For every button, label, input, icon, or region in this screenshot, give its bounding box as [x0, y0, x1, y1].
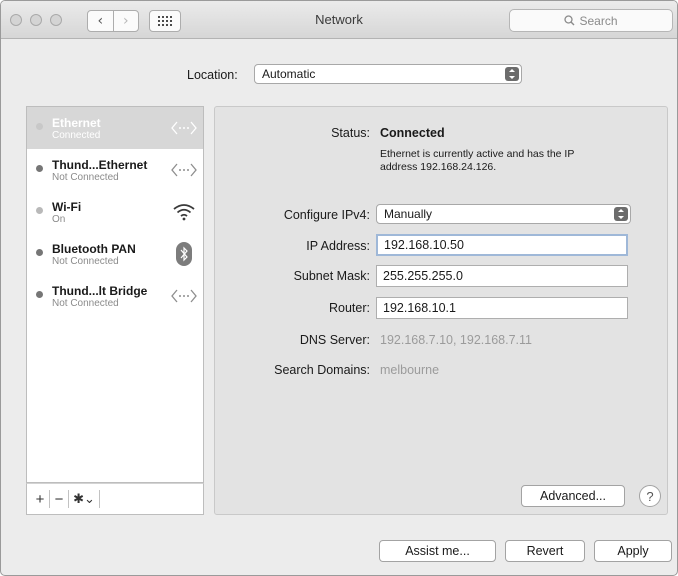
service-status: Not Connected	[52, 256, 119, 267]
network-preferences-window: ‹ › Network Search Location: Automatic E…	[0, 0, 678, 576]
service-name: Wi-Fi	[52, 200, 82, 214]
divider	[99, 490, 100, 508]
service-status: Not Connected	[52, 172, 119, 183]
subnet-mask-field[interactable]: 255.255.255.0	[376, 265, 628, 287]
service-item-wifi[interactable]: Wi-Fi On	[27, 191, 203, 233]
service-status: Not Connected	[52, 298, 119, 309]
search-input[interactable]: Search	[509, 9, 673, 32]
status-dot	[36, 207, 43, 214]
help-button[interactable]: ?	[639, 485, 661, 507]
status-value: Connected	[380, 126, 445, 140]
select-arrows-icon	[505, 67, 519, 81]
subnet-mask-label: Subnet Mask:	[293, 269, 370, 283]
status-label: Status:	[331, 126, 370, 140]
advanced-button[interactable]: Advanced...	[521, 485, 625, 507]
ip-address-field[interactable]: 192.168.10.50	[376, 234, 628, 256]
configure-ipv4-value: Manually	[384, 207, 433, 221]
service-item-thunderbolt-ethernet[interactable]: Thund...Ethernet Not Connected	[27, 149, 203, 191]
service-name: Thund...lt Bridge	[52, 284, 148, 298]
configure-ipv4-select[interactable]: Manually	[376, 204, 631, 224]
service-status: On	[52, 214, 66, 225]
ethernet-icon	[171, 117, 197, 139]
service-list: Ethernet Connected Thund...Ethernet Not …	[26, 106, 204, 483]
ethernet-icon	[171, 159, 197, 181]
search-placeholder: Search	[579, 13, 618, 28]
status-description-line: Ethernet is currently active and has the…	[380, 148, 575, 160]
configure-ipv4-label: Configure IPv4:	[283, 208, 370, 222]
status-description: Ethernet is currently active and has the…	[380, 148, 574, 174]
title-bar: ‹ › Network Search	[1, 1, 677, 39]
status-dot	[36, 123, 43, 130]
location-select[interactable]: Automatic	[254, 64, 522, 84]
service-item-bluetooth-pan[interactable]: Bluetooth PAN Not Connected	[27, 233, 203, 275]
search-icon	[564, 15, 575, 26]
bluetooth-icon	[171, 242, 197, 266]
location-label: Location:	[187, 68, 238, 82]
wifi-icon	[171, 201, 197, 223]
service-name: Bluetooth PAN	[52, 242, 136, 256]
router-label: Router:	[329, 301, 370, 315]
status-dot	[36, 249, 43, 256]
ethernet-icon	[171, 285, 197, 307]
gear-icon[interactable]: ✱⌄	[69, 489, 99, 509]
router-field[interactable]: 192.168.10.1	[376, 297, 628, 319]
location-value: Automatic	[262, 67, 316, 81]
apply-button[interactable]: Apply	[594, 540, 672, 562]
add-service-button[interactable]: +	[31, 489, 49, 509]
service-status: Connected	[52, 130, 101, 141]
revert-button[interactable]: Revert	[505, 540, 585, 562]
status-dot	[36, 291, 43, 298]
service-name: Ethernet	[52, 116, 101, 130]
ip-address-label: IP Address:	[306, 239, 370, 253]
service-name: Thund...Ethernet	[52, 158, 148, 172]
assist-me-button[interactable]: Assist me...	[379, 540, 496, 562]
service-item-ethernet[interactable]: Ethernet Connected	[27, 107, 203, 149]
search-domains-label: Search Domains:	[274, 363, 370, 377]
select-arrows-icon	[614, 207, 628, 221]
status-dot	[36, 165, 43, 172]
dns-server-value: 192.168.7.10, 192.168.7.11	[380, 333, 532, 347]
search-domains-value: melbourne	[380, 363, 440, 377]
dns-server-label: DNS Server:	[299, 333, 370, 347]
service-item-thunderbolt-bridge[interactable]: Thund...lt Bridge Not Connected	[27, 275, 203, 317]
status-description-line: address 192.168.24.126.	[380, 161, 497, 173]
remove-service-button[interactable]: −	[50, 489, 68, 509]
service-list-toolbar: + − ✱⌄	[26, 483, 204, 515]
